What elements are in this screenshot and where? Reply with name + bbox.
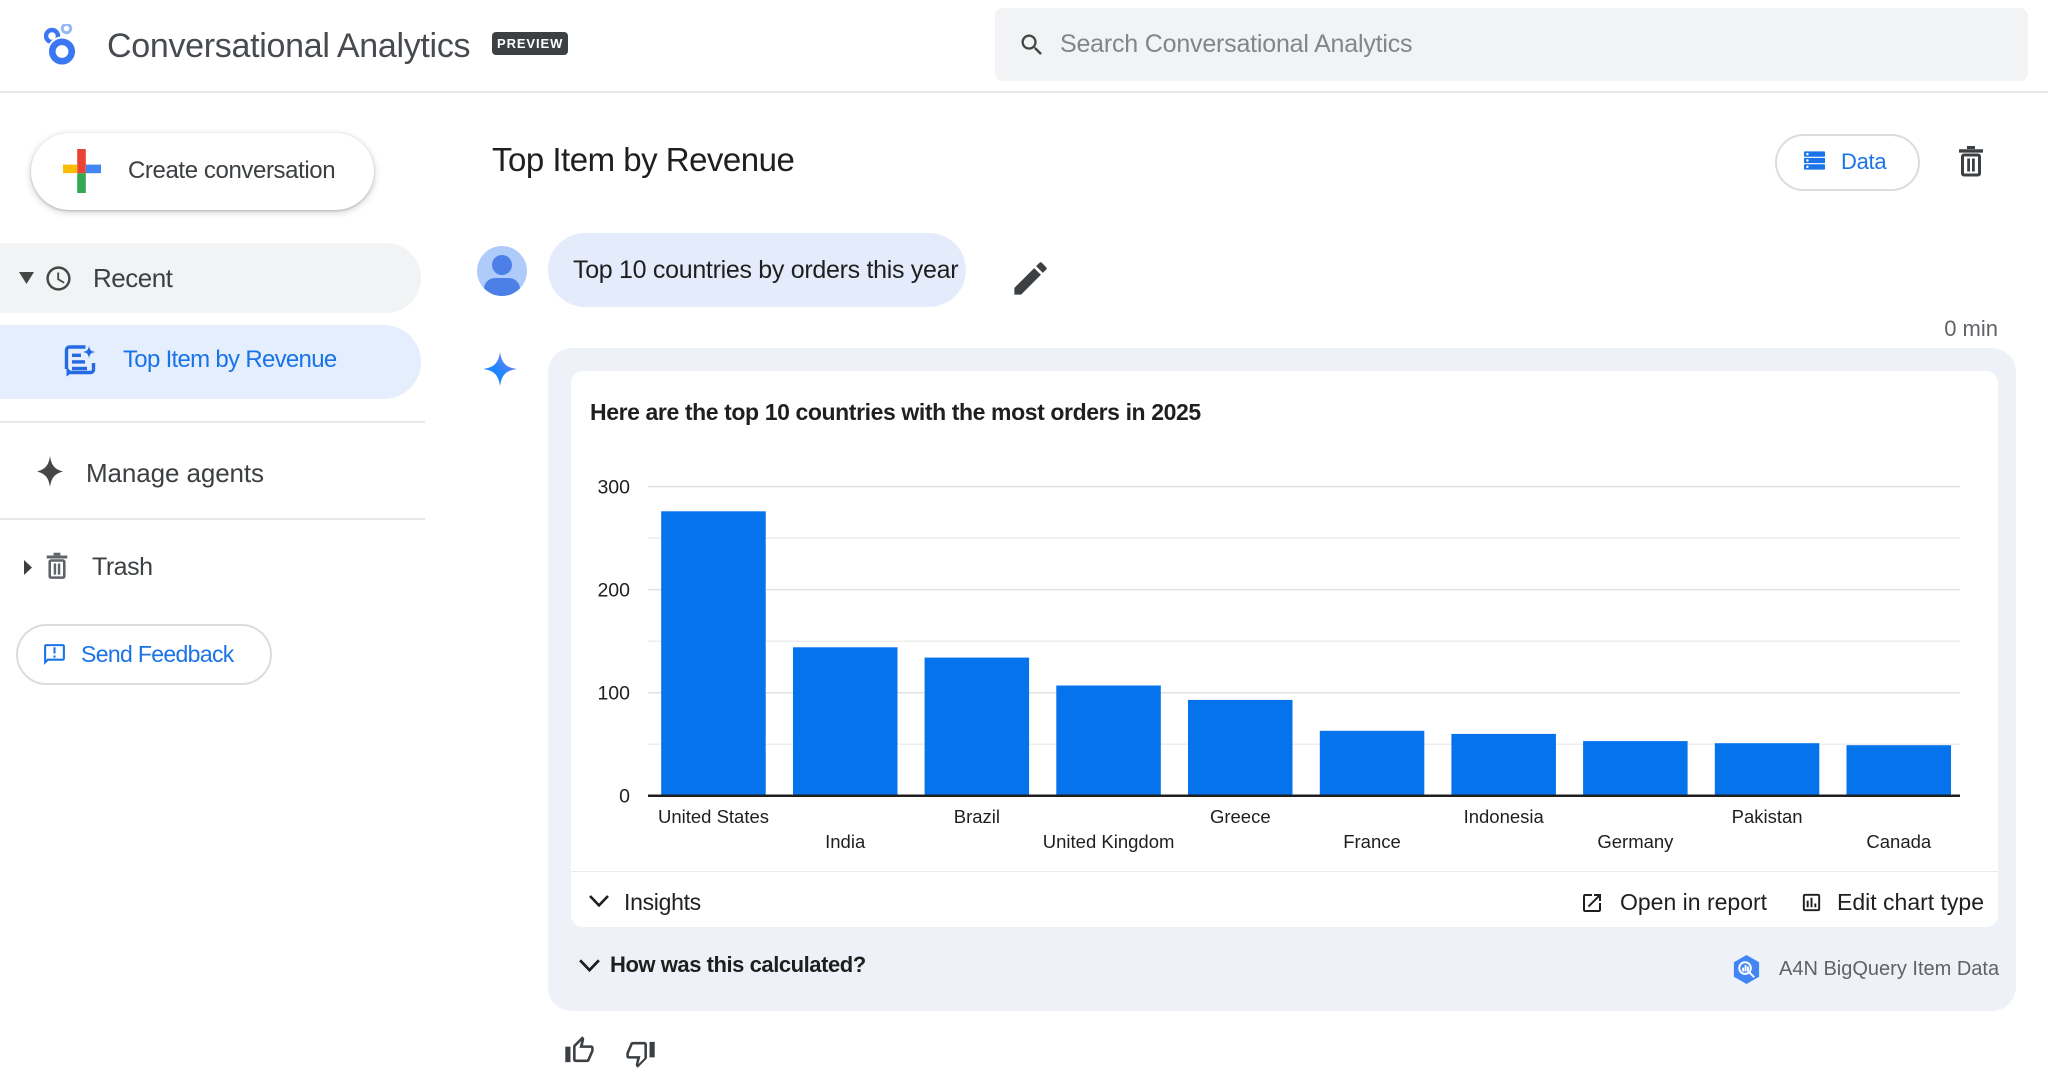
- svg-text:0: 0: [619, 786, 630, 808]
- svg-text:Pakistan: Pakistan: [1732, 806, 1803, 827]
- svg-text:300: 300: [597, 477, 630, 499]
- svg-text:Greece: Greece: [1210, 806, 1271, 827]
- svg-text:100: 100: [597, 683, 630, 705]
- svg-text:Canada: Canada: [1866, 831, 1932, 852]
- svg-text:200: 200: [597, 580, 630, 602]
- svg-text:Indonesia: Indonesia: [1464, 806, 1545, 827]
- svg-text:India: India: [825, 831, 866, 852]
- svg-text:United States: United States: [658, 806, 769, 827]
- svg-text:France: France: [1343, 831, 1401, 852]
- svg-text:Brazil: Brazil: [954, 806, 1000, 827]
- svg-text:United Kingdom: United Kingdom: [1043, 831, 1175, 852]
- svg-text:Germany: Germany: [1597, 831, 1674, 852]
